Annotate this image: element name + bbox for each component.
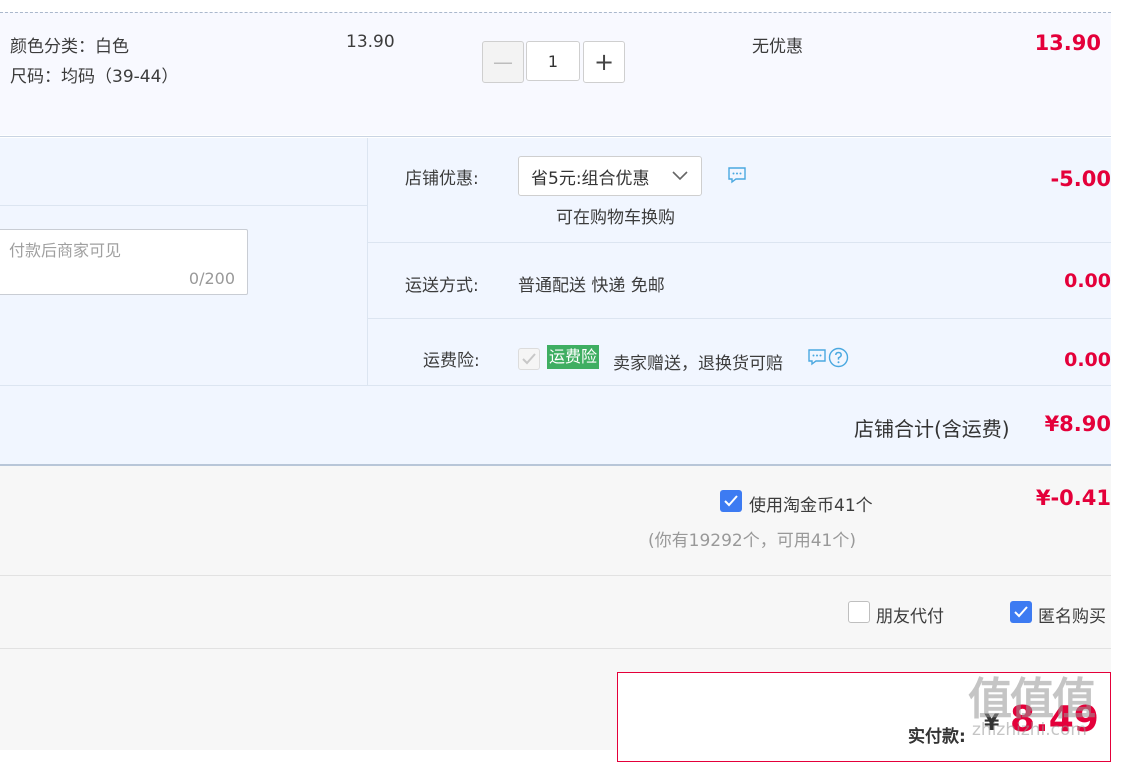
anonymous-checkbox[interactable] <box>1010 601 1032 623</box>
minus-icon: — <box>493 50 513 74</box>
discount-text: 无优惠 <box>752 37 803 57</box>
quantity-input[interactable] <box>526 41 580 81</box>
insurance-tag: 运费险 <box>547 345 600 369</box>
use-coins-checkbox[interactable] <box>720 490 742 512</box>
divider <box>0 136 1111 137</box>
quantity-decrease-button[interactable]: — <box>482 41 524 83</box>
product-color: 颜色分类：白色 <box>10 37 129 57</box>
promo-label: 店铺优惠: <box>405 169 479 189</box>
divider <box>368 318 1111 319</box>
friend-pay-checkbox[interactable] <box>848 601 870 623</box>
seller-memo-input[interactable] <box>7 240 231 261</box>
promo-select[interactable]: 省5元:组合优惠 <box>518 156 702 196</box>
unit-price: 13.90 <box>346 32 395 52</box>
shop-total-label: 店铺合计(含运费) <box>854 417 1010 441</box>
shop-total-amount: ¥8.90 <box>1044 412 1111 436</box>
plus-icon: + <box>593 48 615 76</box>
help-icon[interactable] <box>828 347 849 372</box>
coins-amount: ¥-0.41 <box>1035 486 1111 510</box>
divider <box>368 242 1111 243</box>
chat-icon[interactable] <box>807 348 827 370</box>
memo-counter: 0/200 <box>188 269 235 288</box>
anonymous-label[interactable]: 匿名购买 <box>1038 602 1106 627</box>
divider <box>367 138 368 385</box>
divider <box>0 648 1111 649</box>
promo-selected-value: 省5元:组合优惠 <box>531 168 650 189</box>
payment-label: 实付款: <box>908 727 966 747</box>
chat-icon[interactable] <box>727 166 747 188</box>
watermark-domain: zhizhizhi.com <box>972 720 1087 740</box>
shipping-label: 运送方式: <box>405 276 479 296</box>
product-row: 颜色分类：白色 尺码：均码（39-44） 13.90 — + 无优惠 13.90 <box>0 12 1111 135</box>
divider <box>0 385 1111 386</box>
insurance-label: 运费险: <box>423 351 480 371</box>
check-icon <box>724 495 738 507</box>
quantity-increase-button[interactable]: + <box>583 41 625 83</box>
insurance-checkbox <box>518 348 540 370</box>
product-size: 尺码：均码（39-44） <box>10 67 179 87</box>
check-icon <box>1014 606 1028 618</box>
insurance-amount: 0.00 <box>1064 349 1111 371</box>
promo-amount: -5.00 <box>1050 167 1111 191</box>
chevron-down-icon <box>671 167 689 190</box>
divider <box>0 205 367 206</box>
divider <box>0 575 1111 576</box>
promo-note: 可在购物车换购 <box>556 208 675 228</box>
use-coins-label[interactable]: 使用淘金币41个 <box>749 491 873 516</box>
shipping-value: 普通配送 快递 免邮 <box>518 276 665 296</box>
shipping-amount: 0.00 <box>1064 270 1111 292</box>
seller-memo-box[interactable]: 0/200 <box>0 229 248 295</box>
coins-note: (你有19292个，可用41个) <box>648 531 856 551</box>
watermark-logo: 值值值 <box>968 674 1096 725</box>
item-subtotal: 13.90 <box>1034 31 1101 55</box>
friend-pay-label[interactable]: 朋友代付 <box>876 602 944 627</box>
check-icon <box>522 353 536 365</box>
insurance-desc: 卖家赠送，退换货可赔 <box>613 354 783 374</box>
